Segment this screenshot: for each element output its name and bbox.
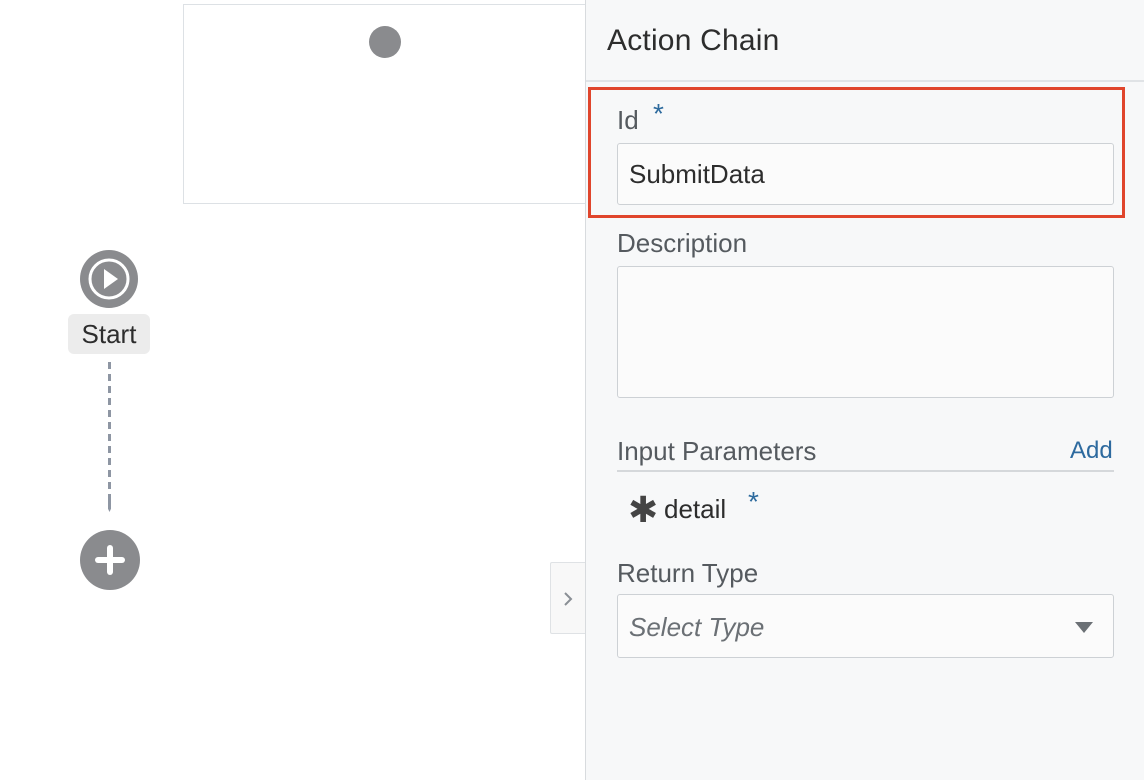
id-input[interactable] <box>617 143 1114 205</box>
id-label: Id <box>617 105 639 135</box>
parameter-required-marker: * <box>748 486 759 517</box>
add-action-button[interactable] <box>80 530 140 590</box>
add-parameter-link[interactable]: Add <box>1070 437 1113 465</box>
description-input[interactable] <box>617 266 1114 398</box>
properties-panel: Action Chain Id * Description Input Para… <box>585 0 1144 780</box>
plus-icon <box>95 545 125 575</box>
id-required-marker: * <box>653 98 664 129</box>
section-divider <box>617 470 1114 472</box>
parameter-name: detail <box>664 494 727 524</box>
start-node[interactable] <box>80 250 138 308</box>
return-type-label: Return Type <box>617 558 759 588</box>
panel-title: Action Chain <box>607 24 780 57</box>
input-parameters-label: Input Parameters <box>617 436 817 466</box>
flow-canvas[interactable]: Start <box>0 0 585 780</box>
return-type-select[interactable]: Select Type <box>617 594 1114 658</box>
collapse-panel-toggle[interactable] <box>550 562 585 634</box>
panel-divider <box>586 80 1144 82</box>
return-type-placeholder: Select Type <box>629 612 765 642</box>
caret-down-icon <box>1075 622 1093 633</box>
start-label: Start <box>68 314 150 354</box>
play-icon <box>88 258 130 300</box>
preview-frame <box>183 4 585 204</box>
chevron-right-icon <box>564 592 573 606</box>
asterisk-icon: ✱ <box>628 489 659 530</box>
flow-connector <box>108 362 111 512</box>
description-label: Description <box>617 228 748 258</box>
preview-dot <box>369 26 401 58</box>
